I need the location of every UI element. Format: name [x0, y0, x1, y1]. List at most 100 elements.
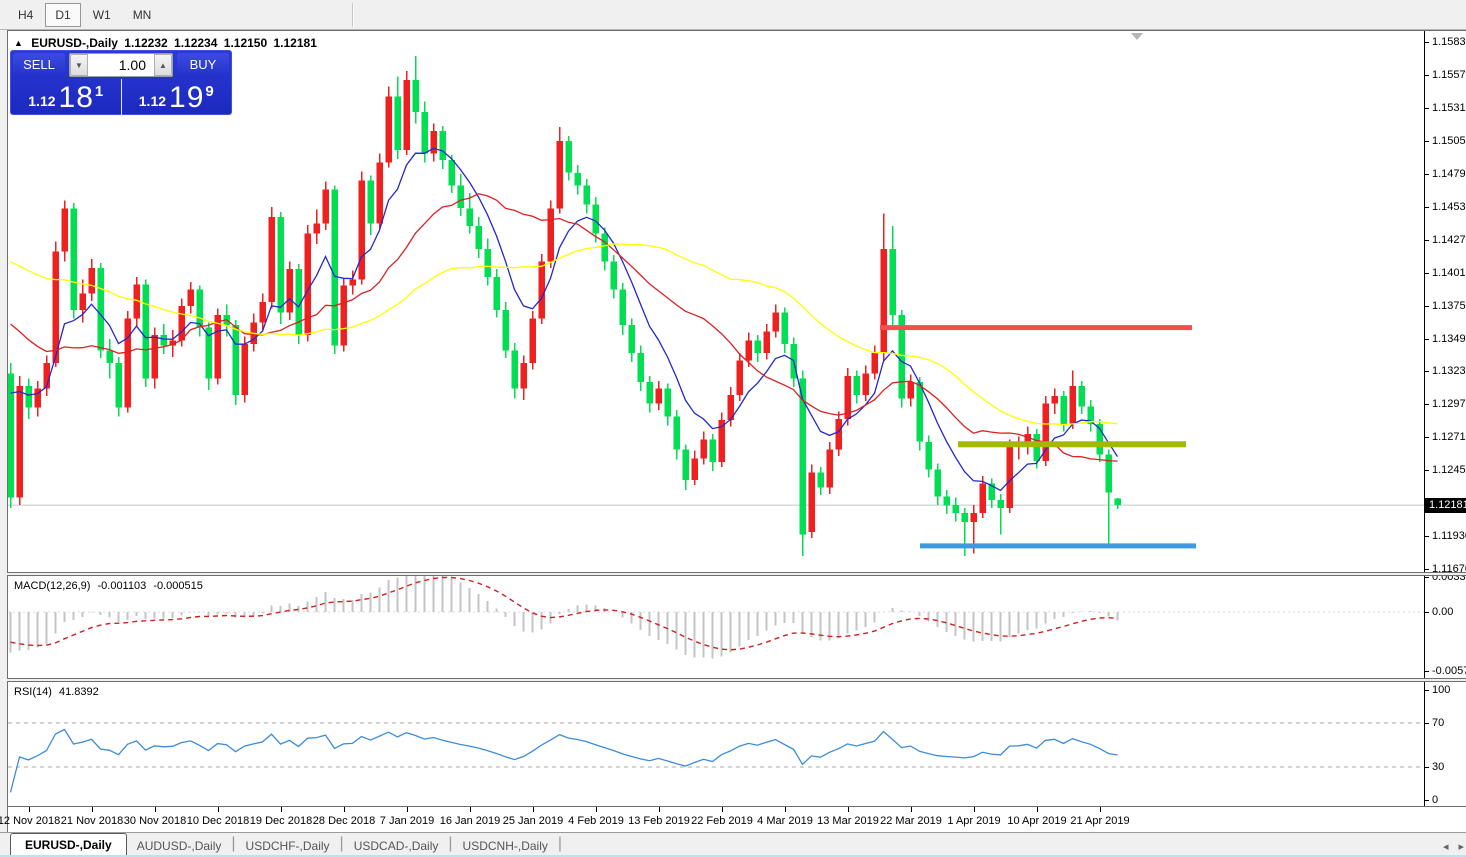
one-click-trading-panel: SELL ▼ 1.00 ▲ BUY 1.12 18 1 1.12 19 9 — [10, 50, 232, 115]
date-tick — [29, 807, 30, 812]
timeframe-tab-d1[interactable]: D1 — [45, 3, 80, 27]
date-tick — [911, 807, 912, 812]
price-tick-label: 1.12970 — [1425, 398, 1466, 411]
macd-name: MACD(12,26,9) — [14, 580, 90, 592]
symbol-tab-usdchf[interactable]: USDCHF-,Daily — [236, 835, 340, 857]
tabs-scroll-left-icon[interactable]: ◂ — [1443, 840, 1449, 853]
candles-layer — [8, 56, 1121, 556]
date-tick — [344, 807, 345, 812]
date-label: 19 Dec 2018 — [250, 815, 312, 827]
symbol-tab-usdcad[interactable]: USDCAD-,Daily — [344, 835, 449, 857]
rsi-name: RSI(14) — [14, 686, 52, 698]
date-label: 7 Jan 2019 — [380, 815, 434, 827]
timeframe-tab-mn[interactable]: MN — [123, 3, 162, 27]
date-label: 4 Mar 2019 — [757, 815, 813, 827]
price-tick-label: 1.14010 — [1425, 267, 1466, 280]
toolbar-separator — [352, 3, 354, 27]
date-label: 13 Mar 2019 — [817, 815, 879, 827]
sell-price-big: 18 — [59, 84, 94, 112]
price-axis[interactable]: 1.12181 1.158301.155701.153101.150501.14… — [1424, 31, 1466, 806]
symbol-tab-eurusd[interactable]: EURUSD-,Daily — [10, 833, 127, 857]
ohlc-open: 1.12232 — [124, 36, 167, 50]
price-tick-label: 1.13490 — [1425, 333, 1466, 346]
panel-splitter[interactable] — [7, 678, 1466, 682]
date-tick — [92, 807, 93, 812]
collapse-panel-icon[interactable]: ▲ — [14, 38, 23, 48]
date-tick — [281, 807, 282, 812]
rsi-axis-label: 30 — [1425, 761, 1466, 774]
buy-button[interactable]: BUY — [177, 53, 229, 77]
fast-ma — [11, 148, 1118, 490]
date-label: 13 Feb 2019 — [628, 815, 690, 827]
symbol-tabbar: EURUSD-,DailyAUDUSD-,Daily | USDCHF-,Daily… — [0, 832, 1466, 857]
slow-ma — [11, 244, 1118, 425]
date-tick — [407, 807, 408, 812]
date-label: 4 Feb 2019 — [568, 815, 624, 827]
date-label: 12 Nov 2018 — [0, 815, 60, 827]
macd-label: MACD(12,26,9) -0.001103 -0.000515 — [14, 580, 207, 592]
symbol-tab-usdcnh[interactable]: USDCNH-,Daily — [453, 835, 558, 857]
date-label: 10 Dec 2018 — [187, 815, 249, 827]
timeframe-tab-w1[interactable]: W1 — [83, 3, 121, 27]
price-tick-label: 1.14530 — [1425, 201, 1466, 214]
price-tick-label: 1.15830 — [1425, 36, 1466, 49]
date-tick — [785, 807, 786, 812]
sell-button[interactable]: SELL — [13, 53, 65, 77]
date-label: 16 Jan 2019 — [440, 815, 501, 827]
buy-price-prefix: 1.12 — [139, 93, 166, 109]
volume-input[interactable]: 1.00 — [88, 54, 154, 76]
date-label: 28 Dec 2018 — [313, 815, 375, 827]
macd-main-value: -0.001103 — [97, 580, 146, 592]
buy-price[interactable]: 1.12 19 9 — [122, 79, 232, 115]
price-tick-label: 1.13230 — [1425, 365, 1466, 378]
chart-title: ▲ EURUSD-,Daily 1.12232 1.12234 1.12150 … — [14, 36, 320, 50]
price-tick-label: 1.14790 — [1425, 168, 1466, 181]
rsi-panel[interactable] — [8, 682, 1424, 805]
rsi-value: 41.8392 — [59, 686, 99, 698]
ohlc-low: 1.12150 — [224, 36, 267, 50]
price-tick-label: 1.14270 — [1425, 234, 1466, 247]
rsi-label: RSI(14) 41.8392 — [14, 686, 103, 698]
buy-price-big: 19 — [169, 84, 204, 112]
date-label: 21 Nov 2018 — [61, 815, 123, 827]
date-tick — [470, 807, 471, 812]
panel-splitter[interactable] — [7, 572, 1466, 576]
date-label: 22 Mar 2019 — [880, 815, 942, 827]
volume-decrease-icon[interactable]: ▼ — [70, 54, 88, 76]
date-label: 30 Nov 2018 — [124, 815, 186, 827]
volume-increase-icon[interactable]: ▲ — [154, 54, 172, 76]
macd-signal-value: -0.000515 — [153, 580, 203, 592]
sell-price[interactable]: 1.12 18 1 — [11, 79, 122, 115]
resistance-line — [880, 325, 1192, 330]
symbol-tab-audusd[interactable]: AUDUSD-,Daily — [127, 835, 232, 857]
macd-axis-label: -0.00574 — [1425, 665, 1466, 678]
chart-symbol-label: EURUSD-,Daily — [31, 36, 118, 50]
tab-separator: | — [558, 831, 562, 857]
mid-support-line — [958, 441, 1186, 447]
price-tick-label: 1.15310 — [1425, 102, 1466, 115]
date-tick — [533, 807, 534, 812]
date-tick — [974, 807, 975, 812]
date-tick — [1037, 807, 1038, 812]
macd-panel[interactable] — [8, 576, 1424, 678]
sell-price-pip: 1 — [95, 83, 103, 100]
support-line — [920, 543, 1196, 548]
price-tick-label: 1.11930 — [1425, 530, 1466, 543]
volume-spinner: ▼ 1.00 ▲ — [69, 53, 173, 77]
chart-shift-marker-icon — [1131, 33, 1143, 40]
date-label: 25 Jan 2019 — [503, 815, 564, 827]
timeframe-toolbar: H4D1W1MN — [0, 0, 1466, 30]
ohlc-high: 1.12234 — [174, 36, 217, 50]
date-axis[interactable]: 12 Nov 201821 Nov 201830 Nov 201810 Dec … — [8, 806, 1466, 832]
sell-price-prefix: 1.12 — [28, 93, 55, 109]
price-tick-label: 1.13750 — [1425, 300, 1466, 313]
rsi-axis-label: 70 — [1425, 717, 1466, 730]
price-tick-label: 1.12450 — [1425, 464, 1466, 477]
date-tick — [848, 807, 849, 812]
timeframe-tab-h4[interactable]: H4 — [8, 3, 43, 27]
rsi-axis-label: 100 — [1425, 684, 1466, 697]
date-label: 22 Feb 2019 — [691, 815, 753, 827]
macd-axis-label: 0.00 — [1425, 606, 1466, 619]
price-tick-label: 1.15570 — [1425, 69, 1466, 82]
tabs-scroll-right-icon[interactable]: ▸ — [1458, 840, 1464, 853]
